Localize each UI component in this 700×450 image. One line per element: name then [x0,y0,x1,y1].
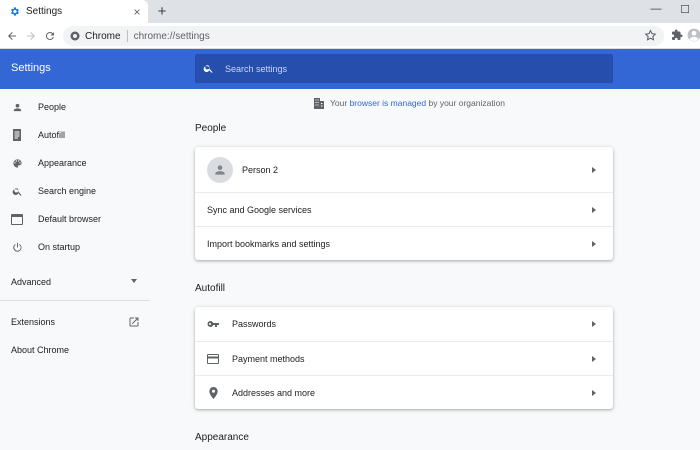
sidebar-item-extensions[interactable]: Extensions [0,308,150,336]
tab-settings[interactable]: Settings × [0,0,148,23]
section-title-people: People [195,123,227,134]
extensions-puzzle-icon[interactable] [669,27,685,43]
page-title: Settings [11,62,51,74]
passwords-row[interactable]: Passwords [195,307,613,341]
advanced-label: Advanced [11,277,52,287]
search-placeholder: Search settings [225,63,288,74]
extensions-label: Extensions [11,317,56,327]
passwords-label: Passwords [232,319,277,329]
person-name: Person 2 [242,164,279,175]
power-icon [11,241,23,253]
tab-strip: Settings × + — ☐ [0,0,700,23]
gear-icon [8,6,20,18]
managed-prefix: Your [330,98,348,108]
browser-toolbar: Chrome chrome://settings [0,23,700,49]
chevron-right-icon [591,320,597,328]
reload-icon[interactable] [42,28,58,44]
chevron-right-icon [591,240,597,248]
sync-label: Sync and Google services [207,204,312,215]
sidebar-item-people[interactable]: People [0,93,150,121]
sidebar-item-label: Autofill [38,130,66,140]
about-label: About Chrome [11,345,70,355]
managed-notice: Your browser is managed by your organiza… [314,97,505,109]
import-label: Import bookmarks and settings [207,238,331,249]
people-card: Person 2 Sync and Google services Import… [195,147,613,260]
minimize-button[interactable]: — [645,0,667,18]
managed-link[interactable]: browser is managed [350,98,427,108]
sidebar: People Autofill Appearance Search engine… [0,89,150,450]
autofill-icon [11,129,23,141]
section-title-appearance: Appearance [195,432,249,443]
address-bar[interactable]: Chrome chrome://settings [63,26,664,46]
omnibox-separator [126,30,128,42]
location-pin-icon [207,386,219,399]
autofill-card: Passwords Payment methods Addresses and … [195,307,613,409]
person-icon [11,101,23,113]
section-title-autofill: Autofill [195,283,226,294]
settings-header: Settings Search settings [0,49,700,89]
sidebar-item-advanced[interactable]: Advanced [0,268,150,296]
chrome-page-icon [70,31,80,41]
avatar [207,156,233,183]
chevron-right-icon [591,389,597,397]
person-row[interactable]: Person 2 [195,147,613,192]
sidebar-item-autofill[interactable]: Autofill [0,121,150,149]
open-in-new-icon [128,316,140,328]
sidebar-item-label: Appearance [38,158,87,168]
sidebar-item-search-engine[interactable]: Search engine [0,177,150,205]
import-bookmarks-row[interactable]: Import bookmarks and settings [195,226,613,260]
forward-icon[interactable] [23,28,39,44]
sidebar-item-label: Default browser [38,214,102,224]
payment-methods-label: Payment methods [232,353,305,364]
browser-icon [11,213,23,225]
chevron-right-icon [591,166,597,174]
close-tab-icon[interactable]: × [130,5,144,19]
sidebar-item-label: People [38,102,67,112]
new-tab-button[interactable]: + [154,3,170,20]
search-icon [11,185,23,197]
payment-methods-row[interactable]: Payment methods [195,341,613,375]
sidebar-divider [0,300,150,301]
search-settings-input[interactable]: Search settings [195,54,613,83]
profile-avatar-icon[interactable] [686,27,700,43]
palette-icon [11,157,23,169]
star-icon[interactable] [644,29,657,42]
url-text[interactable]: chrome://settings [134,31,210,42]
addresses-row[interactable]: Addresses and more [195,375,613,409]
managed-suffix: by your organization [428,98,506,108]
sidebar-item-about-chrome[interactable]: About Chrome [0,336,150,364]
maximize-button[interactable]: ☐ [674,0,696,18]
back-icon[interactable] [4,28,20,44]
building-icon [314,97,324,109]
sidebar-item-on-startup[interactable]: On startup [0,233,150,261]
site-chip: Chrome [85,30,121,42]
sidebar-item-default-browser[interactable]: Default browser [0,205,150,233]
sidebar-item-label: Search engine [38,186,97,196]
chevron-right-icon [591,355,597,363]
caret-down-icon [131,279,137,283]
addresses-label: Addresses and more [232,387,316,398]
chevron-right-icon [591,206,597,214]
sidebar-item-label: On startup [38,242,81,252]
key-icon [207,318,219,330]
sidebar-item-appearance[interactable]: Appearance [0,149,150,177]
tab-title: Settings [26,6,63,17]
sync-row[interactable]: Sync and Google services [195,192,613,226]
credit-card-icon [207,353,219,365]
search-icon [203,63,215,75]
